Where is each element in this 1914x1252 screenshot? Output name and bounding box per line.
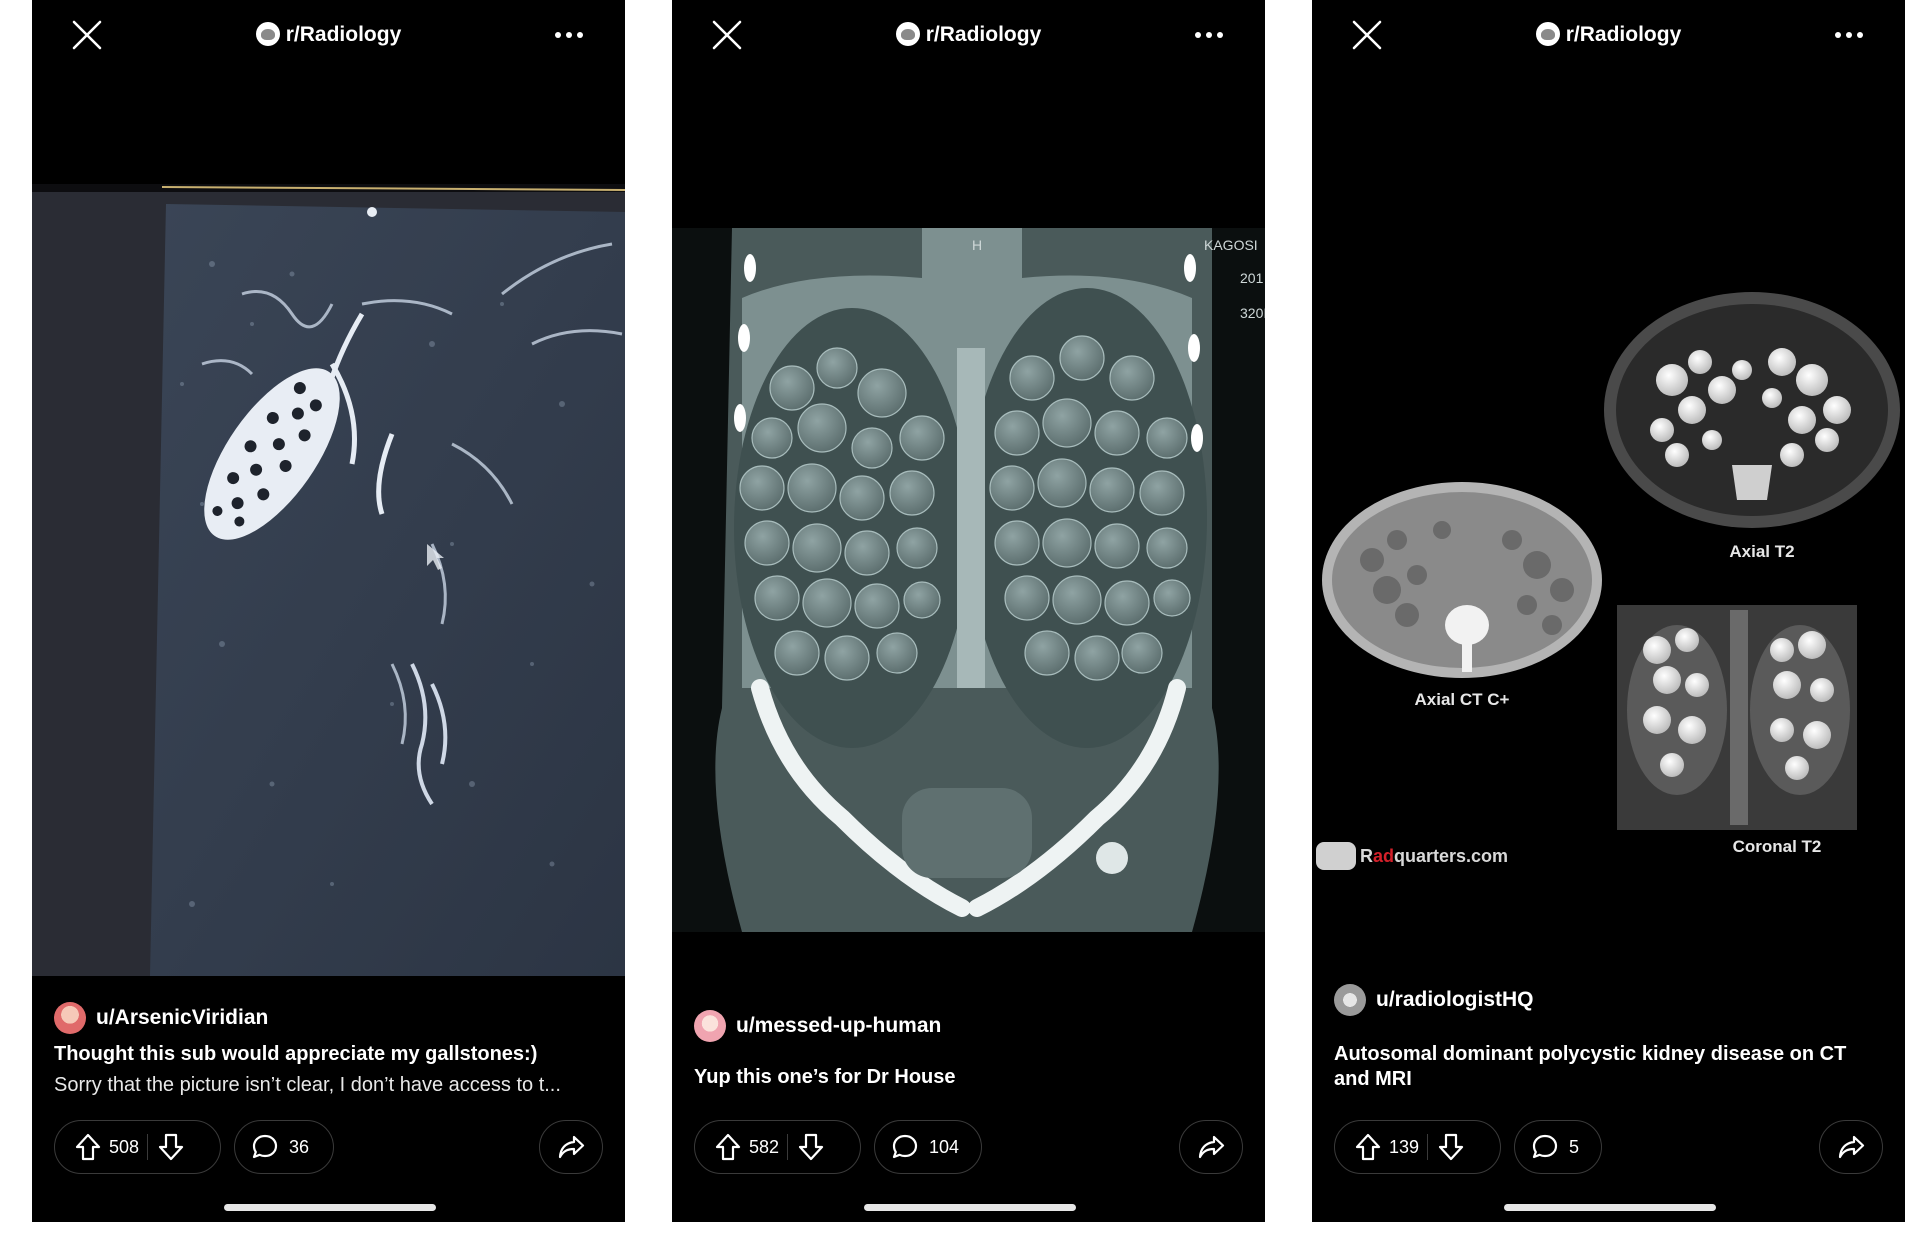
author-name[interactable]: u/messed-up-human [736,1010,941,1042]
comment-icon [1532,1134,1558,1159]
watermark-ad: ad [1373,846,1395,866]
axial-t2-panel [1604,292,1900,528]
author-name[interactable]: u/radiologistHQ [1376,984,1534,1016]
post-image[interactable]: Axial T2 Axial CT C+ Coronal T2 Radquart… [1312,290,1905,880]
post-author[interactable]: u/radiologistHQ [1334,984,1534,1016]
scan-marker-h: H [972,237,982,253]
upvote-button[interactable] [55,1121,101,1173]
share-icon [1198,1135,1225,1159]
post-title: Thought this sub would appreciate my gal… [54,1043,538,1065]
post-body[interactable]: Sorry that the picture isn’t clear, I do… [54,1073,603,1098]
vote-pill: 508 [54,1120,221,1174]
score: 508 [109,1136,140,1157]
avatar [1334,984,1366,1016]
share-button[interactable] [1819,1120,1883,1174]
label-coronal-t2: Coronal T2 [1732,837,1822,856]
pkd-collage-image [1312,290,1905,880]
share-button[interactable] [539,1120,603,1174]
score: 139 [1389,1136,1420,1157]
radquarters-logo [1316,842,1356,870]
downvote-icon [158,1133,184,1161]
upvote-icon [1355,1133,1381,1161]
watermark-r: R [1360,846,1373,866]
post-image[interactable] [32,184,625,976]
comment-icon [892,1134,918,1159]
top-bar: r/Radiology [1312,0,1905,70]
comment-icon [252,1134,278,1159]
top-bar: r/Radiology [672,0,1265,70]
post-screen-1: r/Radiology u/ArsenicViridian Thought th… [32,0,625,1222]
downvote-button[interactable] [1428,1121,1474,1173]
scan-date: 201 [1240,270,1264,286]
vote-pill: 582 [694,1120,861,1174]
comments-button[interactable]: 5 [1514,1120,1602,1174]
subreddit-icon [895,22,920,46]
post-image[interactable]: H KAGOSI 201 320I [672,228,1265,932]
mrcp-scan-image [32,184,625,976]
subreddit-name[interactable]: r/Radiology [926,23,1042,46]
score: 582 [749,1136,780,1157]
comments-button[interactable]: 104 [874,1120,982,1174]
subreddit-name[interactable]: r/Radiology [286,23,402,46]
post-author[interactable]: u/messed-up-human [694,1010,941,1042]
label-axial-t2: Axial T2 [1729,542,1795,561]
watermark: Radquarters.com [1360,846,1508,867]
scan-institution: KAGOSI [1204,237,1258,253]
comments-button[interactable]: 36 [234,1120,334,1174]
subreddit-header[interactable]: r/Radiology [1312,20,1905,50]
author-name[interactable]: u/ArsenicViridian [96,1002,268,1034]
upvote-button[interactable] [695,1121,741,1173]
comment-count: 36 [289,1136,310,1157]
comment-count: 5 [1569,1136,1580,1157]
post-screen-3: r/Radiology Axial T2 Axial CT C+ Coronal… [1312,0,1905,1222]
downvote-icon [798,1133,824,1161]
post-title: Yup this one’s for Dr House [694,1066,956,1088]
action-bar: 582 104 [694,1120,1243,1174]
avatar [694,1010,726,1042]
post-screen-2: r/Radiology H KAGOSI 201 320I u/messed-u… [672,0,1265,1222]
downvote-button[interactable] [788,1121,834,1173]
share-button[interactable] [1179,1120,1243,1174]
more-icon[interactable] [553,22,585,48]
post-author[interactable]: u/ArsenicViridian [54,1002,268,1034]
subreddit-header[interactable]: r/Radiology [32,20,625,50]
subreddit-icon [255,22,280,46]
home-indicator[interactable] [1504,1204,1716,1211]
more-icon[interactable] [1833,22,1865,48]
share-icon [1838,1135,1865,1159]
action-bar: 139 5 [1334,1120,1883,1174]
scan-id: 320I [1240,305,1265,321]
action-bar: 508 36 [54,1120,603,1174]
post-title: Autosomal dominant polycystic kidney dis… [1334,1043,1847,1090]
label-axial-ct: Axial CT C+ [1414,690,1510,709]
top-bar: r/Radiology [32,0,625,70]
subreddit-icon [1535,22,1560,46]
downvote-icon [1438,1133,1464,1161]
coronal-t2-panel [1617,605,1857,830]
upvote-icon [715,1133,741,1161]
upvote-button[interactable] [1335,1121,1381,1173]
comment-count: 104 [929,1136,960,1157]
home-indicator[interactable] [224,1204,436,1211]
home-indicator[interactable] [864,1204,1076,1211]
upvote-icon [75,1133,101,1161]
axial-ct-panel [1322,482,1602,678]
more-icon[interactable] [1193,22,1225,48]
downvote-button[interactable] [148,1121,194,1173]
subreddit-header[interactable]: r/Radiology [672,20,1265,50]
avatar [54,1002,86,1034]
watermark-rest: quarters.com [1394,846,1509,866]
subreddit-name[interactable]: r/Radiology [1566,23,1682,46]
vote-pill: 139 [1334,1120,1501,1174]
share-icon [558,1135,585,1159]
ct-coronal-image: H KAGOSI 201 320I [672,228,1265,932]
